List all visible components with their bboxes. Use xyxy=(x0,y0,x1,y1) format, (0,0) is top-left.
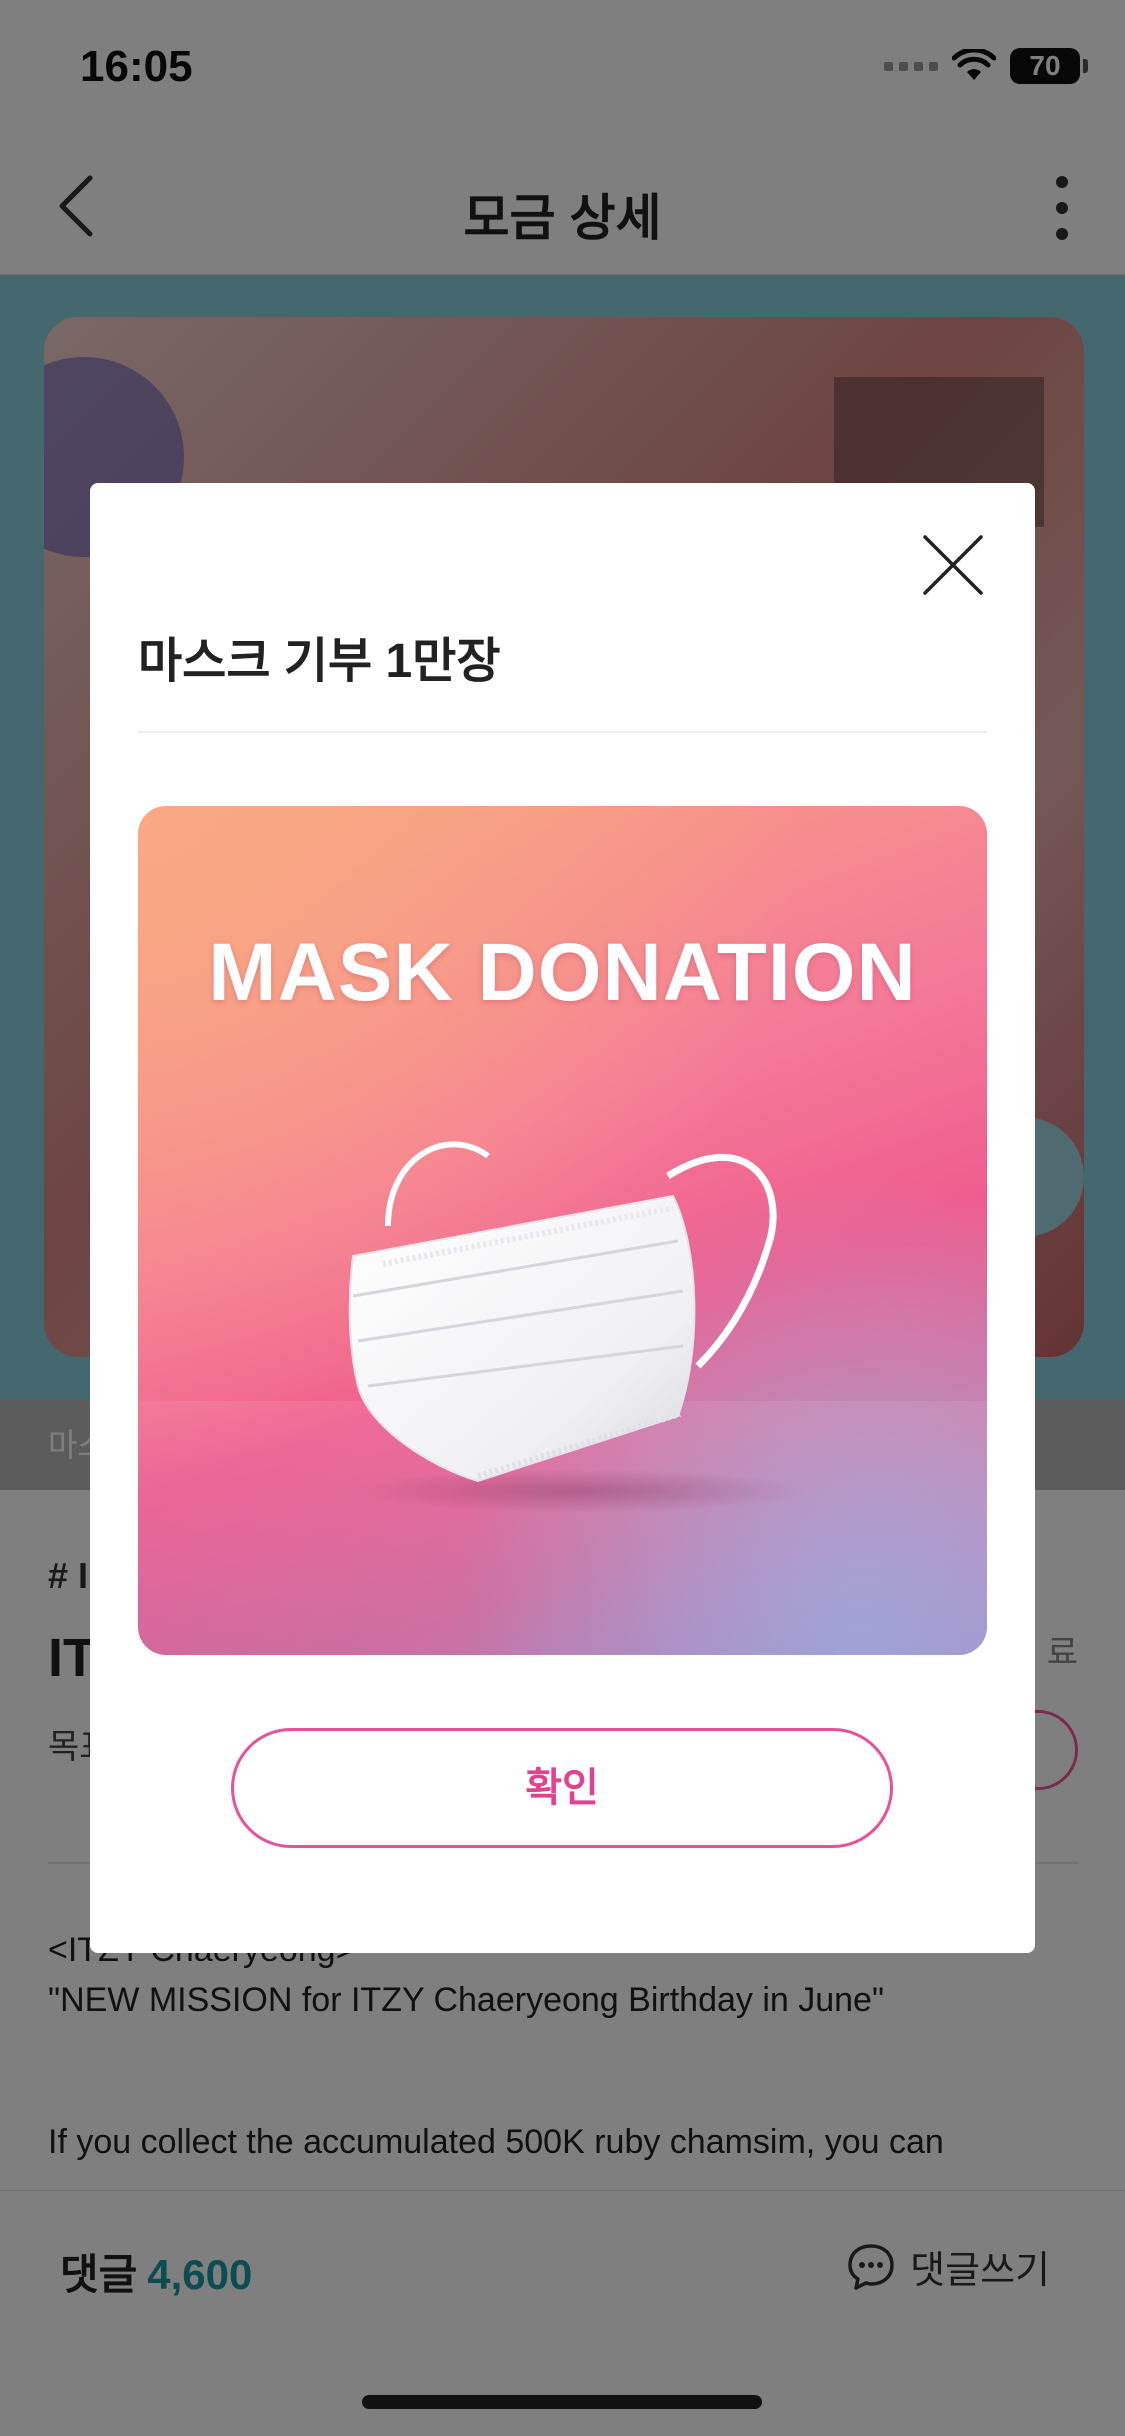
mask-donation-image: MASK DONATION xyxy=(138,806,987,1655)
divider xyxy=(138,731,987,733)
mask-donation-heading: MASK DONATION xyxy=(208,927,917,1018)
modal-title: 마스크 기부 1만장 xyxy=(138,635,501,688)
donation-modal: 마스크 기부 1만장 MASK DONATION 확인 xyxy=(90,483,1035,1953)
face-mask-icon xyxy=(348,1141,808,1513)
home-indicator xyxy=(362,2395,762,2409)
close-icon[interactable] xyxy=(921,533,985,597)
confirm-button[interactable]: 확인 xyxy=(231,1728,893,1848)
